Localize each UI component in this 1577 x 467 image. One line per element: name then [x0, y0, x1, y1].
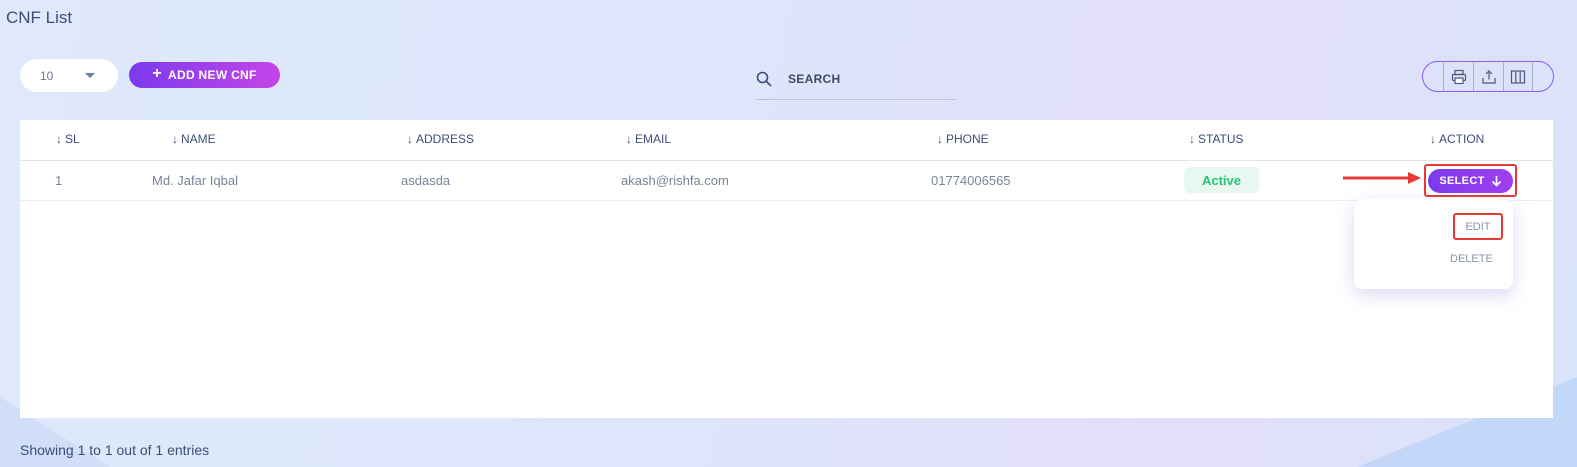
pagination-info: Showing 1 to 1 out of 1 entries: [20, 442, 210, 458]
sort-arrow-icon: ↓: [172, 132, 178, 146]
toolbar: 10 + ADD NEW CNF: [20, 59, 1554, 100]
sort-arrow-icon: ↓: [1189, 132, 1195, 146]
cell-sl: 1: [55, 173, 63, 188]
select-highlight-box: SELECT: [1424, 164, 1517, 197]
columns-button[interactable]: [1503, 62, 1533, 91]
page-title: CNF List: [6, 8, 73, 27]
table-row: 1 Md. Jafar Iqbal asdasda akash@rishfa.c…: [20, 161, 1553, 201]
page-size-value: 10: [40, 68, 54, 83]
cell-address: asdasda: [401, 173, 451, 188]
chevron-down-icon: [85, 73, 95, 78]
export-icon: [1481, 69, 1496, 84]
search-icon: [756, 71, 772, 87]
edit-highlight-box: EDIT: [1453, 213, 1503, 240]
sort-arrow-icon: ↓: [407, 132, 413, 146]
print-icon: [1451, 69, 1466, 84]
column-header-action[interactable]: ↓ ACTION: [1430, 132, 1484, 146]
select-action-button[interactable]: SELECT: [1428, 169, 1513, 193]
status-badge: Active: [1184, 167, 1259, 193]
print-button[interactable]: [1443, 62, 1473, 91]
export-button[interactable]: [1473, 62, 1503, 91]
column-header-status[interactable]: ↓ STATUS: [1189, 132, 1244, 146]
sort-arrow-icon: ↓: [626, 132, 632, 146]
action-dropdown-menu: EDIT DELETE: [1354, 199, 1513, 289]
column-header-name[interactable]: ↓ NAME: [172, 132, 216, 146]
column-header-phone[interactable]: ↓ PHONE: [937, 132, 989, 146]
column-header-email[interactable]: ↓ EMAIL: [626, 132, 671, 146]
menu-item-delete[interactable]: DELETE: [1450, 253, 1493, 265]
cell-phone: 01774006565: [931, 173, 1011, 188]
search-field: [756, 67, 956, 100]
table-header: ↓ SL ↓ NAME ↓ ADDRESS ↓ EMAIL ↓ PHONE ↓ …: [20, 120, 1553, 161]
columns-icon: [1510, 69, 1526, 84]
add-new-cnf-label: ADD NEW CNF: [168, 68, 257, 82]
cnf-table: ↓ SL ↓ NAME ↓ ADDRESS ↓ EMAIL ↓ PHONE ↓ …: [20, 120, 1553, 418]
cell-email: akash@rishfa.com: [621, 173, 729, 188]
column-header-sl[interactable]: ↓ SL: [56, 132, 80, 146]
add-new-cnf-button[interactable]: + ADD NEW CNF: [129, 62, 280, 88]
sort-arrow-icon: ↓: [937, 132, 943, 146]
plus-icon: +: [152, 65, 163, 82]
sort-arrow-icon: ↓: [1430, 132, 1436, 146]
search-input[interactable]: [788, 69, 948, 89]
page-size-select[interactable]: 10: [20, 59, 118, 92]
red-annotation-arrow-icon: [1343, 172, 1421, 184]
column-header-address[interactable]: ↓ ADDRESS: [407, 132, 474, 146]
menu-item-edit[interactable]: EDIT: [1455, 215, 1501, 238]
table-tools-group: [1422, 61, 1554, 92]
sort-arrow-icon: ↓: [56, 132, 62, 146]
cell-name: Md. Jafar Iqbal: [152, 173, 238, 188]
arrow-down-icon: [1491, 176, 1501, 187]
